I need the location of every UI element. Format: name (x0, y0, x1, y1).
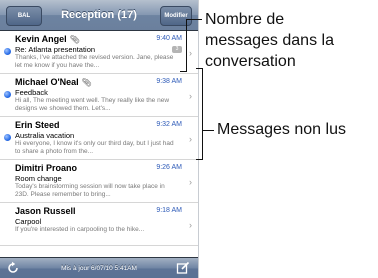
message-subject: Feedback (15, 88, 48, 97)
chevron-right-icon: › (189, 177, 192, 187)
message-row[interactable]: Michael O'Neal 📎︎ 9:38 AM Feedback Hi all… (0, 74, 198, 117)
message-subject: Room change (15, 174, 62, 183)
message-subject: Carpool (15, 217, 42, 226)
sender-name: Michael O'Neal 📎︎ (15, 77, 92, 87)
message-preview: Today's brainstorming session will now t… (15, 183, 165, 198)
message-preview: Hi all, The meeting went well. They real… (15, 97, 170, 112)
back-button[interactable]: BAL (6, 6, 42, 26)
message-subject: Australia vacation (15, 131, 75, 140)
navigation-bar: BAL Reception (17) Modifier (0, 0, 198, 31)
message-time: 9:18 AM (156, 207, 182, 214)
callout-message-count: Nombre de messages dans la conversation (205, 11, 334, 70)
bottom-toolbar: Mis à jour 6/07/10 5:41AM (0, 257, 198, 278)
chevron-right-icon: › (189, 220, 192, 230)
callout-unread-messages: Messages non lus (217, 121, 346, 138)
message-time: 9:40 AM (156, 35, 182, 42)
sender-name: Kevin Angel 📎︎ (15, 34, 80, 44)
compose-icon[interactable] (176, 261, 190, 275)
message-preview: Thanks, I've attached the revised versio… (15, 54, 174, 69)
message-row[interactable]: Jason Russell 9:18 AM Carpool If you're … (0, 203, 198, 246)
paperclip-icon: 📎︎ (69, 35, 80, 44)
message-preview: Hi everyone, I know it's only our third … (15, 140, 174, 155)
message-row[interactable]: Erin Steed 9:32 AM Australia vacation Hi… (0, 117, 198, 160)
sender-name: Erin Steed (15, 120, 60, 130)
message-subject: Re: Atlanta presentation (15, 45, 96, 54)
sender-name: Dimitri Proano (15, 163, 78, 173)
chevron-right-icon: › (189, 134, 192, 144)
message-time: 9:38 AM (156, 78, 182, 85)
message-time: 9:26 AM (156, 164, 182, 171)
chevron-right-icon: › (189, 48, 192, 58)
mail-app-screen: BAL Reception (17) Modifier Kevin Angel 📎… (0, 0, 199, 278)
edit-button[interactable]: Modifier (160, 6, 192, 26)
thread-count-badge: 3 (172, 46, 182, 53)
message-preview: If you're interested in carpooling to th… (15, 226, 145, 233)
refresh-icon[interactable] (6, 261, 20, 275)
page-title: Reception (17) (61, 9, 137, 21)
chevron-right-icon: › (189, 91, 192, 101)
last-updated-text: Mis à jour 6/07/10 5:41AM (61, 265, 137, 272)
unread-indicator-icon (4, 91, 11, 98)
unread-indicator-icon (4, 134, 11, 141)
sender-name: Jason Russell (15, 206, 76, 216)
message-time: 9:32 AM (156, 121, 182, 128)
paperclip-icon: 📎︎ (81, 78, 92, 87)
message-list: Kevin Angel 📎︎ 9:40 AM Re: Atlanta presen… (0, 31, 198, 246)
message-row[interactable]: Dimitri Proano 9:26 AM Room change Today… (0, 160, 198, 203)
message-row[interactable]: Kevin Angel 📎︎ 9:40 AM Re: Atlanta presen… (0, 31, 198, 74)
unread-indicator-icon (4, 48, 11, 55)
